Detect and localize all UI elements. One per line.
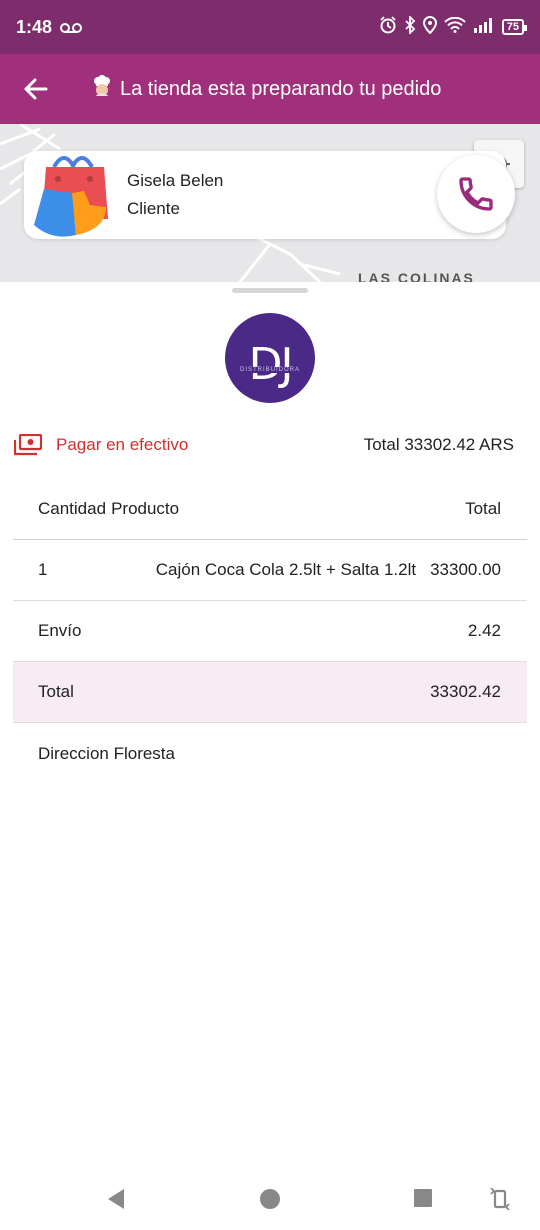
header-product: Producto (111, 498, 180, 518)
square-recents-icon (414, 1189, 432, 1207)
phone-icon (459, 177, 493, 211)
alarm-icon (379, 15, 397, 39)
app-bar: La tienda esta preparando tu pedido (0, 54, 540, 124)
table-row: 1 Cajón Coca Cola 2.5lt + Salta 1.2lt 33… (13, 540, 527, 601)
store-logo-subtitle: DISTRIBUIDORA (237, 367, 302, 373)
header-qty: Cantidad (38, 498, 107, 518)
order-total-summary: Total 33302.42 ARS (363, 435, 514, 454)
shipping-row: Envío 2.42 (13, 601, 527, 662)
client-name: Gisela Belen (127, 171, 224, 190)
delivery-address: Direccion Floresta (38, 743, 175, 763)
nav-back-button[interactable] (106, 1188, 126, 1215)
status-icons: 75 (379, 14, 528, 39)
grand-total-value: 33302.42 (430, 682, 501, 701)
page-title: La tienda esta preparando tu pedido (90, 74, 441, 104)
circle-home-icon (260, 1189, 280, 1209)
order-sheet: DJ DISTRIBUIDORA Pagar en efectivo Total… (0, 282, 540, 1172)
call-button[interactable] (437, 155, 515, 233)
order-table: Cantidad Producto Total 1 Cajón Coca Col… (13, 478, 527, 784)
status-time: 1:48 (16, 16, 53, 37)
shipping-value: 2.42 (467, 621, 501, 640)
signal-icon (473, 17, 495, 38)
client-card: Gisela Belen Cliente (24, 151, 506, 239)
rotate-screen-button[interactable] (490, 1187, 510, 1215)
battery-icon: 75 (501, 19, 528, 35)
store-logo: DJ DISTRIBUIDORA (225, 313, 315, 403)
client-role: Cliente (127, 199, 180, 218)
map-area-label: LAS COLINAS (358, 270, 475, 282)
bluetooth-icon (404, 14, 416, 39)
cash-icon (13, 433, 43, 456)
chef-emoji-icon (90, 74, 114, 104)
payment-method: Pagar en efectivo (56, 435, 189, 454)
nav-home-button[interactable] (259, 1188, 281, 1215)
header-total: Total (465, 498, 501, 518)
item-total: 33300.00 (430, 560, 501, 579)
item-qty: 1 (38, 560, 48, 579)
triangle-back-icon (108, 1189, 124, 1209)
back-button[interactable] (0, 54, 72, 124)
page-title-text: La tienda esta preparando tu pedido (120, 77, 442, 100)
grand-total-row: Total 33302.42 (13, 662, 527, 723)
store-logo-letters: DJ (248, 339, 294, 390)
status-bar: 1:48 75 (0, 0, 540, 54)
location-icon (422, 15, 437, 39)
system-nav-bar (0, 1172, 540, 1230)
address-row: Direccion Floresta (13, 723, 527, 784)
grand-total-label: Total (38, 682, 74, 701)
payment-row: Pagar en efectivo Total 33302.42 ARS (13, 430, 514, 460)
nav-recents-button[interactable] (413, 1188, 433, 1213)
wifi-icon (444, 16, 466, 38)
drag-handle[interactable] (232, 288, 308, 293)
table-header: Cantidad Producto Total (13, 478, 527, 540)
rotate-icon (490, 1187, 510, 1211)
shopping-bags-icon (32, 149, 112, 239)
voicemail-icon (60, 21, 83, 33)
shipping-label: Envío (38, 621, 82, 640)
item-product: Cajón Coca Cola 2.5lt + Salta 1.2lt (155, 560, 417, 579)
arrow-left-icon (24, 78, 48, 100)
